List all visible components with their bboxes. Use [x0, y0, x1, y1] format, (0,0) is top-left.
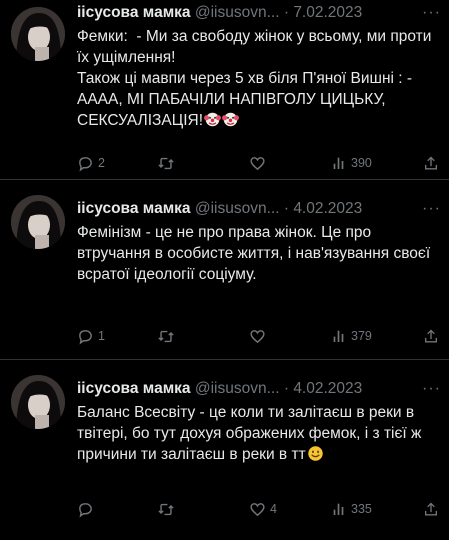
reply-icon [79, 502, 92, 518]
tweet[interactable]: іісусова мамка @iisusovn... · 7.02.2023 … [0, 0, 449, 180]
more-dots-icon[interactable]: ··· [422, 2, 441, 24]
tweet-header: іісусова мамка @iisusovn... · 4.02.2023 [77, 378, 441, 400]
tweet-date[interactable]: 7.02.2023 [293, 4, 362, 21]
more-dots-icon[interactable]: ··· [422, 198, 441, 220]
reply-count: 1 [98, 329, 105, 343]
more-dots-icon[interactable]: ··· [422, 378, 441, 400]
heart-icon [250, 502, 265, 516]
retweet-icon [158, 503, 174, 515]
tweet-actions: 1 379 [77, 325, 441, 347]
retweet-button[interactable] [157, 325, 179, 347]
retweet-button[interactable] [157, 152, 179, 174]
tweet-date[interactable]: 4.02.2023 [293, 380, 362, 397]
user-handle[interactable]: @iisusovn... [195, 200, 280, 217]
heart-icon [250, 156, 265, 170]
avatar[interactable] [11, 195, 65, 249]
tweet-date[interactable]: 4.02.2023 [293, 200, 362, 217]
heart-icon [250, 329, 265, 343]
display-name[interactable]: іісусова мамка [77, 200, 191, 217]
display-name[interactable]: іісусова мамка [77, 380, 191, 397]
retweet-icon [158, 330, 174, 342]
tweet-text-content: Фемінізм - це не про права жінок. Це про… [77, 224, 435, 283]
tweet-text-content: Баланс Всесвіту - це коли ти залітаєш в … [77, 404, 426, 463]
share-button[interactable] [423, 498, 439, 520]
user-handle[interactable]: @iisusovn... [195, 4, 280, 21]
share-button[interactable] [423, 325, 439, 347]
display-name[interactable]: іісусова мамка [77, 4, 191, 21]
views-bar-chart-icon [333, 503, 344, 515]
views-bar-chart-icon [333, 330, 344, 342]
clown-face-icon [222, 112, 240, 127]
like-button[interactable] [249, 152, 270, 174]
tweet[interactable]: іісусова мамка @iisusovn... · 4.02.2023 … [0, 360, 449, 540]
reply-icon [79, 329, 92, 345]
like-count: 4 [270, 502, 277, 516]
tweet[interactable]: іісусова мамка @iisusovn... · 4.02.2023 … [0, 180, 449, 360]
separator-dot: · [283, 4, 289, 21]
tweet-text: Фемки: - Ми за свободу жінок у всьому, м… [77, 26, 441, 131]
reply-button[interactable] [77, 498, 98, 520]
tweet-header: іісусова мамка @iisusovn... · 4.02.2023 [77, 198, 441, 220]
views-count: 390 [351, 156, 372, 170]
tweet-feed: іісусова мамка @iisusovn... · 7.02.2023 … [0, 0, 449, 540]
separator-dot: · [283, 200, 289, 217]
tweet-text-content: Фемки: - Ми за свободу жінок у всьому, м… [77, 28, 432, 129]
like-button[interactable]: 4 [249, 498, 277, 520]
views-button[interactable]: 379 [331, 325, 372, 347]
avatar[interactable] [11, 7, 65, 61]
views-button[interactable]: 390 [331, 152, 372, 174]
reply-icon [79, 156, 92, 172]
clown-face-icon [204, 112, 222, 127]
separator-dot: · [283, 380, 289, 397]
views-count: 335 [351, 502, 372, 516]
user-handle[interactable]: @iisusovn... [195, 380, 280, 397]
reply-count: 2 [98, 156, 105, 170]
views-bar-chart-icon [333, 157, 344, 169]
tweet-text: Фемінізм - це не про права жінок. Це про… [77, 222, 441, 285]
share-icon [425, 156, 437, 169]
tweet-actions: 2 390 [77, 152, 441, 174]
tweet-header: іісусова мамка @iisusovn... · 7.02.2023 [77, 2, 441, 24]
smiling-face-icon [307, 446, 323, 461]
avatar[interactable] [11, 375, 65, 429]
reply-button[interactable]: 1 [77, 325, 105, 347]
views-count: 379 [351, 329, 372, 343]
tweet-text: Баланс Всесвіту - це коли ти залітаєш в … [77, 402, 441, 465]
tweet-actions: 4 335 [77, 498, 441, 520]
like-button[interactable] [249, 325, 270, 347]
retweet-icon [158, 157, 174, 169]
retweet-button[interactable] [157, 498, 179, 520]
views-button[interactable]: 335 [331, 498, 372, 520]
share-icon [425, 329, 437, 342]
share-icon [425, 502, 437, 515]
share-button[interactable] [423, 152, 439, 174]
reply-button[interactable]: 2 [77, 152, 105, 174]
